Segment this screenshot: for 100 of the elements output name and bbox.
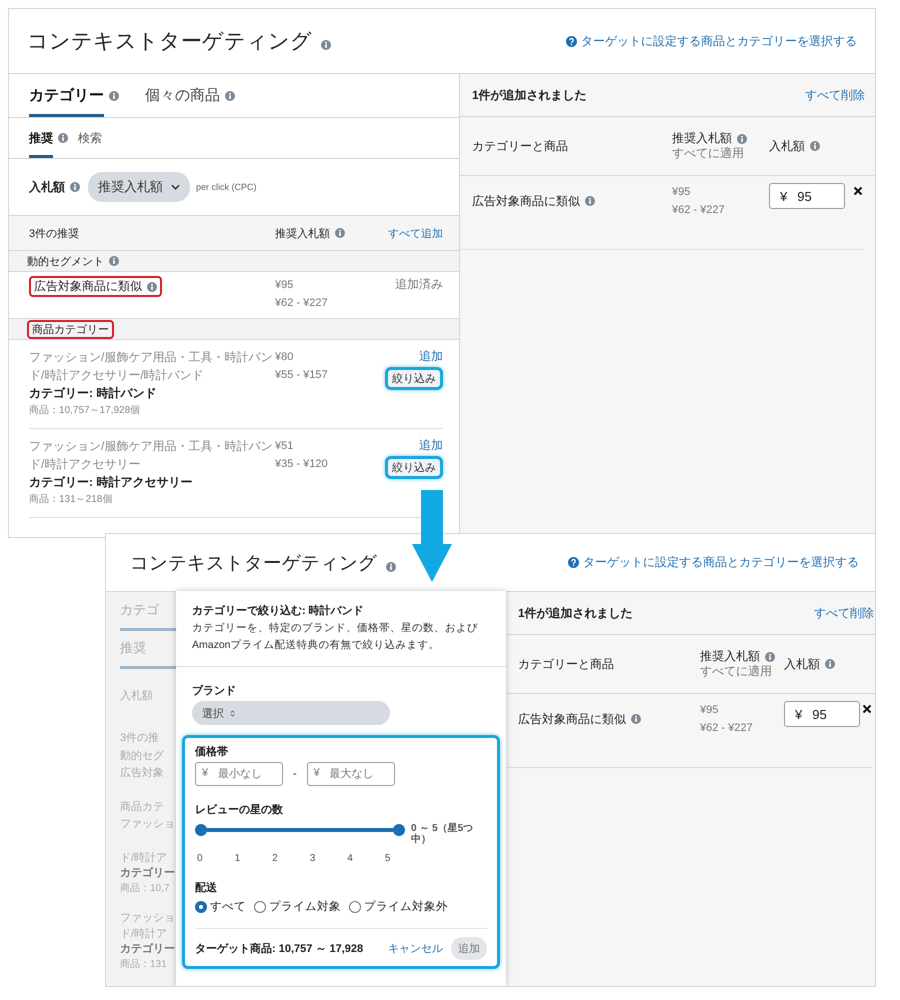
category-path: ファッション/服飾ケア用品・工具・時計バンド/時計アクセサリー: [29, 438, 274, 473]
help-icon: [568, 557, 579, 568]
covered-text: 商品カテ: [120, 800, 164, 814]
suggested-bid: ¥95: [672, 185, 692, 200]
popover-description: カテゴリーを、特定のブランド、価格帯、星の数、およびAmazonプライム配送特典の有無で絞り込みます。: [192, 621, 479, 653]
sub-tab[interactable]: 検索: [78, 118, 102, 158]
add-all-link[interactable]: すべて追加: [388, 226, 443, 240]
category-name: カテゴリー: 時計バンド: [29, 385, 158, 402]
help-link[interactable]: ターゲットに設定する商品とカテゴリーを選択する: [583, 554, 859, 571]
tick-label: 2: [272, 853, 278, 864]
rating-reading: 0 ～ 5（星5つ中）: [411, 823, 474, 845]
radio-button[interactable]: [349, 900, 361, 912]
apply-all-label: すべてに適用: [700, 664, 773, 679]
covered-text: ファッショ: [120, 817, 175, 832]
column-header: カテゴリーと商品: [472, 138, 569, 154]
cancel-link[interactable]: キャンセル: [388, 941, 443, 956]
suggested-bid: ¥95: [700, 703, 720, 718]
covered-text: 3件の推: [120, 730, 160, 745]
sort-icon: [230, 710, 235, 716]
info-icon: [386, 562, 396, 572]
chevron-down-icon: [171, 184, 180, 190]
suggested-bid: ¥80: [275, 350, 294, 365]
currency-label: ¥: [202, 767, 208, 779]
bid-range: ¥62 - ¥227: [672, 203, 726, 218]
slider-thumb[interactable]: [195, 824, 207, 836]
suggested-bid: ¥95: [275, 278, 294, 293]
help-link[interactable]: ターゲットに設定する商品とカテゴリーを選択する: [581, 32, 857, 50]
delivery-radio[interactable]: プライム対象外: [349, 899, 448, 914]
target-name: 広告対象商品に類似: [472, 192, 580, 210]
close-icon[interactable]: [862, 704, 872, 714]
category-tab[interactable]: カテゴリー: [29, 74, 104, 117]
delivery-label: 配送: [195, 880, 218, 895]
info-icon: [58, 133, 68, 143]
covered-text: 入札額: [120, 688, 153, 703]
refine-button[interactable]: 絞り込み: [385, 367, 443, 390]
remove-all-link[interactable]: すべて削除: [814, 604, 874, 622]
column-header: 推奨入札額: [700, 649, 760, 664]
remove-all-link[interactable]: すべて削除: [805, 86, 865, 104]
product-count: 商品：131～218個: [29, 492, 114, 507]
column-header: 推奨入札額: [275, 226, 330, 240]
target-count: ターゲット商品: 10,757 ～ 17,928: [195, 942, 364, 956]
delivery-radio[interactable]: すべて: [195, 899, 246, 914]
product-count: 商品：10,757～17,928個: [29, 404, 142, 418]
info-icon: [321, 40, 331, 50]
apply-all-label: すべてに適用: [672, 146, 745, 161]
range-separator: -: [293, 768, 297, 780]
covered-text: ド/時計ア: [120, 926, 168, 941]
section-title: 動的セグメント: [27, 254, 104, 268]
add-link[interactable]: 追加: [419, 348, 443, 365]
covered-text: 広告対象: [120, 766, 164, 780]
target-name: 広告対象商品に類似: [518, 710, 626, 728]
column-header: 入札額: [769, 138, 805, 154]
brand-select[interactable]: 選択: [192, 701, 390, 725]
category-tab[interactable]: 個々の商品: [145, 74, 220, 117]
bid-input[interactable]: ¥ 95: [784, 701, 860, 727]
info-icon: [810, 141, 820, 151]
covered-text: ド/時計ア: [120, 850, 168, 865]
radio-button[interactable]: [195, 900, 207, 912]
delivery-radio[interactable]: プライム対象: [254, 899, 341, 914]
info-icon: [737, 134, 747, 144]
tick-label: 5: [384, 853, 390, 864]
help-icon: [566, 36, 577, 46]
slider-thumb[interactable]: [393, 824, 405, 836]
radio-button[interactable]: [254, 900, 266, 912]
page-title: コンテキストターゲティング: [130, 551, 377, 575]
popover-title: カテゴリーで絞り込む: 時計バンド: [192, 604, 365, 618]
refine-button[interactable]: 絞り込み: [385, 456, 443, 479]
info-icon: [109, 256, 119, 266]
bid-range: ¥35 - ¥120: [275, 457, 329, 472]
add-link[interactable]: 追加: [419, 437, 443, 454]
tick-label: 4: [347, 853, 353, 864]
covered-text: カテゴリー: [120, 942, 175, 956]
rating-slider[interactable]: [195, 823, 405, 837]
column-header: カテゴリーと商品: [518, 656, 615, 672]
category-path: ファッション/服飾ケア用品・工具・時計バンド/時計アクセサリー/時計バンド: [29, 349, 274, 384]
sub-tab[interactable]: 推奨: [29, 118, 53, 158]
bid-input[interactable]: ¥ 95: [769, 183, 845, 209]
suggested-bid: ¥51: [275, 439, 294, 454]
covered-text: カテゴリー: [120, 866, 175, 880]
section-title: 商品カテゴリー: [27, 320, 114, 338]
info-icon: [147, 282, 157, 292]
tick-label: 1: [234, 853, 240, 864]
covered-text: 商品：10,7: [120, 882, 170, 896]
category-name: カテゴリー: 時計アクセサリー: [29, 474, 194, 491]
brand-label: ブランド: [192, 684, 237, 698]
info-icon: [109, 90, 119, 100]
column-header: 入札額: [784, 656, 820, 672]
add-button[interactable]: 追加: [451, 937, 487, 960]
bid-dropdown[interactable]: 推奨入札額: [88, 172, 190, 202]
added-title: 1件が追加されました: [472, 86, 587, 104]
covered-text: カテゴ: [120, 600, 159, 619]
covered-text: 商品：131: [120, 958, 167, 972]
bid-range: ¥62 - ¥227: [275, 296, 329, 311]
info-icon: [631, 714, 641, 724]
added-status: 追加済み: [395, 277, 443, 291]
tick-label: 0: [197, 853, 203, 864]
segment-name: 広告対象商品に類似: [29, 276, 162, 297]
info-icon: [225, 90, 235, 100]
close-icon[interactable]: [853, 186, 863, 196]
page-title: コンテキストターゲティング: [27, 29, 312, 55]
